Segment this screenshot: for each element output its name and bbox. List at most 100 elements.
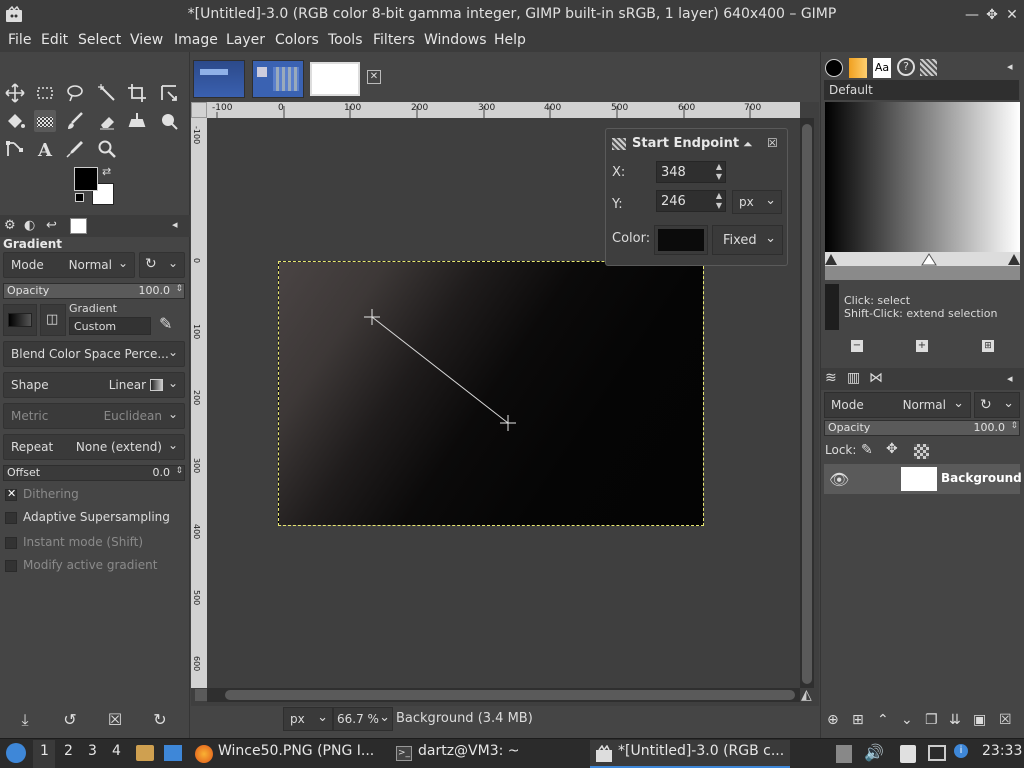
- tray-app-icon[interactable]: [836, 745, 852, 763]
- status-unit-dropdown[interactable]: px ⌄: [283, 707, 333, 731]
- reverse-gradient-button[interactable]: ◫: [40, 304, 66, 336]
- ruler-corner-icon[interactable]: [191, 102, 207, 118]
- default-colors-icon[interactable]: [75, 193, 84, 202]
- repeat-dropdown[interactable]: Repeat None (extend) ⌄: [3, 434, 185, 460]
- menu-select[interactable]: Select: [78, 32, 121, 48]
- image-tab-active[interactable]: [310, 62, 360, 96]
- lock-alpha-icon[interactable]: [914, 444, 929, 459]
- merge-down-icon[interactable]: ⇊: [949, 712, 961, 728]
- close-window-icon[interactable]: ✕: [1003, 6, 1021, 24]
- task-gimp[interactable]: *[Untitled]-3.0 (RGB c...: [590, 740, 790, 768]
- menu-image[interactable]: Image: [174, 32, 218, 48]
- info-icon[interactable]: i: [954, 744, 968, 758]
- dock-menu-icon[interactable]: ◂: [1007, 60, 1013, 73]
- device-status-tab-icon[interactable]: ◐: [24, 218, 35, 233]
- gradient-line-overlay[interactable]: [278, 261, 704, 526]
- paths-tool-icon[interactable]: [4, 138, 26, 160]
- fuzzy-select-icon[interactable]: [96, 82, 118, 104]
- layer-mask-icon[interactable]: ▣: [973, 712, 986, 728]
- workspace-3[interactable]: 3: [88, 743, 97, 765]
- task-wince[interactable]: Wince50.PNG (PNG I...: [192, 740, 380, 768]
- close-dialog-icon[interactable]: ☒: [767, 136, 778, 150]
- gradient-editor-preview[interactable]: [825, 102, 1020, 252]
- paths-tab-icon[interactable]: ⋈: [869, 370, 883, 386]
- lock-position-icon[interactable]: ✥: [886, 441, 898, 457]
- gradients-tab-icon[interactable]: [920, 59, 937, 76]
- show-desktop-icon[interactable]: [164, 745, 182, 761]
- horizontal-ruler[interactable]: -100 0 100 200 300 400 500 600 700: [207, 102, 800, 118]
- start-menu-icon[interactable]: [6, 743, 26, 763]
- delete-layer-icon[interactable]: ☒: [999, 712, 1012, 728]
- tool-options-tab-icon[interactable]: ⚙: [4, 218, 16, 233]
- horizontal-scrollbar[interactable]: [207, 688, 800, 702]
- menu-windows[interactable]: Windows: [424, 32, 487, 48]
- layer-row-background[interactable]: 👁 Background: [824, 464, 1022, 494]
- gradient-name[interactable]: Default: [824, 80, 1019, 100]
- paintbrush-icon[interactable]: [64, 110, 86, 132]
- reset-mode-button[interactable]: ↻ ⌄: [139, 252, 185, 278]
- transform-icon[interactable]: [158, 82, 180, 104]
- menu-help[interactable]: Help: [494, 32, 526, 48]
- dock-menu-icon[interactable]: ◂: [172, 218, 178, 231]
- eraser-icon[interactable]: [96, 110, 118, 132]
- file-manager-icon[interactable]: [136, 745, 154, 761]
- workspace-1[interactable]: 1: [40, 743, 49, 765]
- image-tab-1[interactable]: [193, 60, 245, 98]
- blend-space-dropdown[interactable]: Blend Color Space Perce... ⌄: [3, 341, 185, 367]
- close-tab-icon[interactable]: ✕: [367, 70, 381, 84]
- workspace-2[interactable]: 2: [64, 743, 73, 765]
- zoom-all-icon[interactable]: ⊞: [982, 340, 994, 352]
- save-options-icon[interactable]: ⤓: [15, 710, 35, 730]
- rect-select-icon[interactable]: [34, 82, 56, 104]
- spin-icon[interactable]: ⇕: [1010, 421, 1018, 431]
- delete-options-icon[interactable]: ☒: [105, 710, 125, 730]
- mode-dropdown[interactable]: Mode Normal ⌄: [3, 252, 135, 278]
- layers-tab-icon[interactable]: ≋: [825, 370, 837, 386]
- zoom-tool-icon[interactable]: [96, 138, 118, 160]
- vertical-ruler[interactable]: -100 0 100 200 300 400 500 600: [191, 118, 207, 688]
- menu-view[interactable]: View: [130, 32, 163, 48]
- new-layer-icon[interactable]: ⊕: [827, 712, 839, 728]
- gradient-preview-button[interactable]: [3, 304, 37, 336]
- patterns-tab-icon[interactable]: [849, 58, 867, 78]
- spin-icon[interactable]: ⇕: [175, 466, 183, 476]
- layer-opacity-slider[interactable]: Opacity 100.0 ⇕: [824, 420, 1020, 436]
- undo-history-tab-icon[interactable]: ↩: [46, 218, 57, 233]
- color-mode-dropdown[interactable]: Fixed ⌄: [712, 225, 783, 255]
- lower-layer-icon[interactable]: ⌄: [901, 712, 913, 728]
- duplicate-layer-icon[interactable]: ❐: [925, 712, 938, 728]
- dock-menu-icon[interactable]: ◂: [1007, 372, 1013, 385]
- collapse-icon[interactable]: ⏶: [743, 137, 753, 152]
- crop-icon[interactable]: [126, 82, 148, 104]
- zoom-in-icon[interactable]: +: [916, 340, 928, 352]
- navigate-icon[interactable]: ◭: [801, 687, 812, 703]
- display-icon[interactable]: [928, 745, 946, 761]
- menu-layer[interactable]: Layer: [226, 32, 265, 48]
- opacity-slider[interactable]: Opacity 100.0 ⇕: [3, 283, 185, 299]
- workspace-4[interactable]: 4: [112, 743, 121, 765]
- x-spinbox[interactable]: 348 ▲ ▼: [656, 161, 726, 183]
- menu-filters[interactable]: Filters: [373, 32, 415, 48]
- spin-arrows-icon[interactable]: ▲ ▼: [716, 162, 722, 182]
- clock[interactable]: 23:33: [982, 743, 1022, 765]
- spin-arrows-icon[interactable]: ▲ ▼: [716, 191, 722, 211]
- unit-dropdown[interactable]: px ⌄: [732, 190, 782, 214]
- lasso-icon[interactable]: [64, 82, 86, 104]
- quick-mask-icon[interactable]: [195, 689, 207, 701]
- maximize-icon[interactable]: ✥: [983, 6, 1001, 24]
- layer-reset-mode-button[interactable]: ↻ ⌄: [974, 392, 1020, 418]
- y-spinbox[interactable]: 246 ▲ ▼: [656, 190, 726, 212]
- help-tab-icon[interactable]: ?: [897, 58, 915, 76]
- gradient-tool-icon[interactable]: [34, 110, 56, 132]
- offset-slider[interactable]: Offset 0.0 ⇕: [3, 465, 185, 481]
- volume-icon[interactable]: 🔊: [864, 743, 884, 762]
- minimize-icon[interactable]: —: [963, 6, 981, 24]
- restore-options-icon[interactable]: ↺: [60, 710, 80, 730]
- edit-gradient-icon[interactable]: ✎: [159, 314, 172, 333]
- menu-edit[interactable]: Edit: [41, 32, 68, 48]
- images-tab-icon[interactable]: [70, 218, 87, 234]
- raise-layer-icon[interactable]: ⌃: [877, 712, 889, 728]
- clone-icon[interactable]: [126, 110, 148, 132]
- reset-options-icon[interactable]: ↻: [150, 710, 170, 730]
- endpoint-color-button[interactable]: [654, 225, 708, 255]
